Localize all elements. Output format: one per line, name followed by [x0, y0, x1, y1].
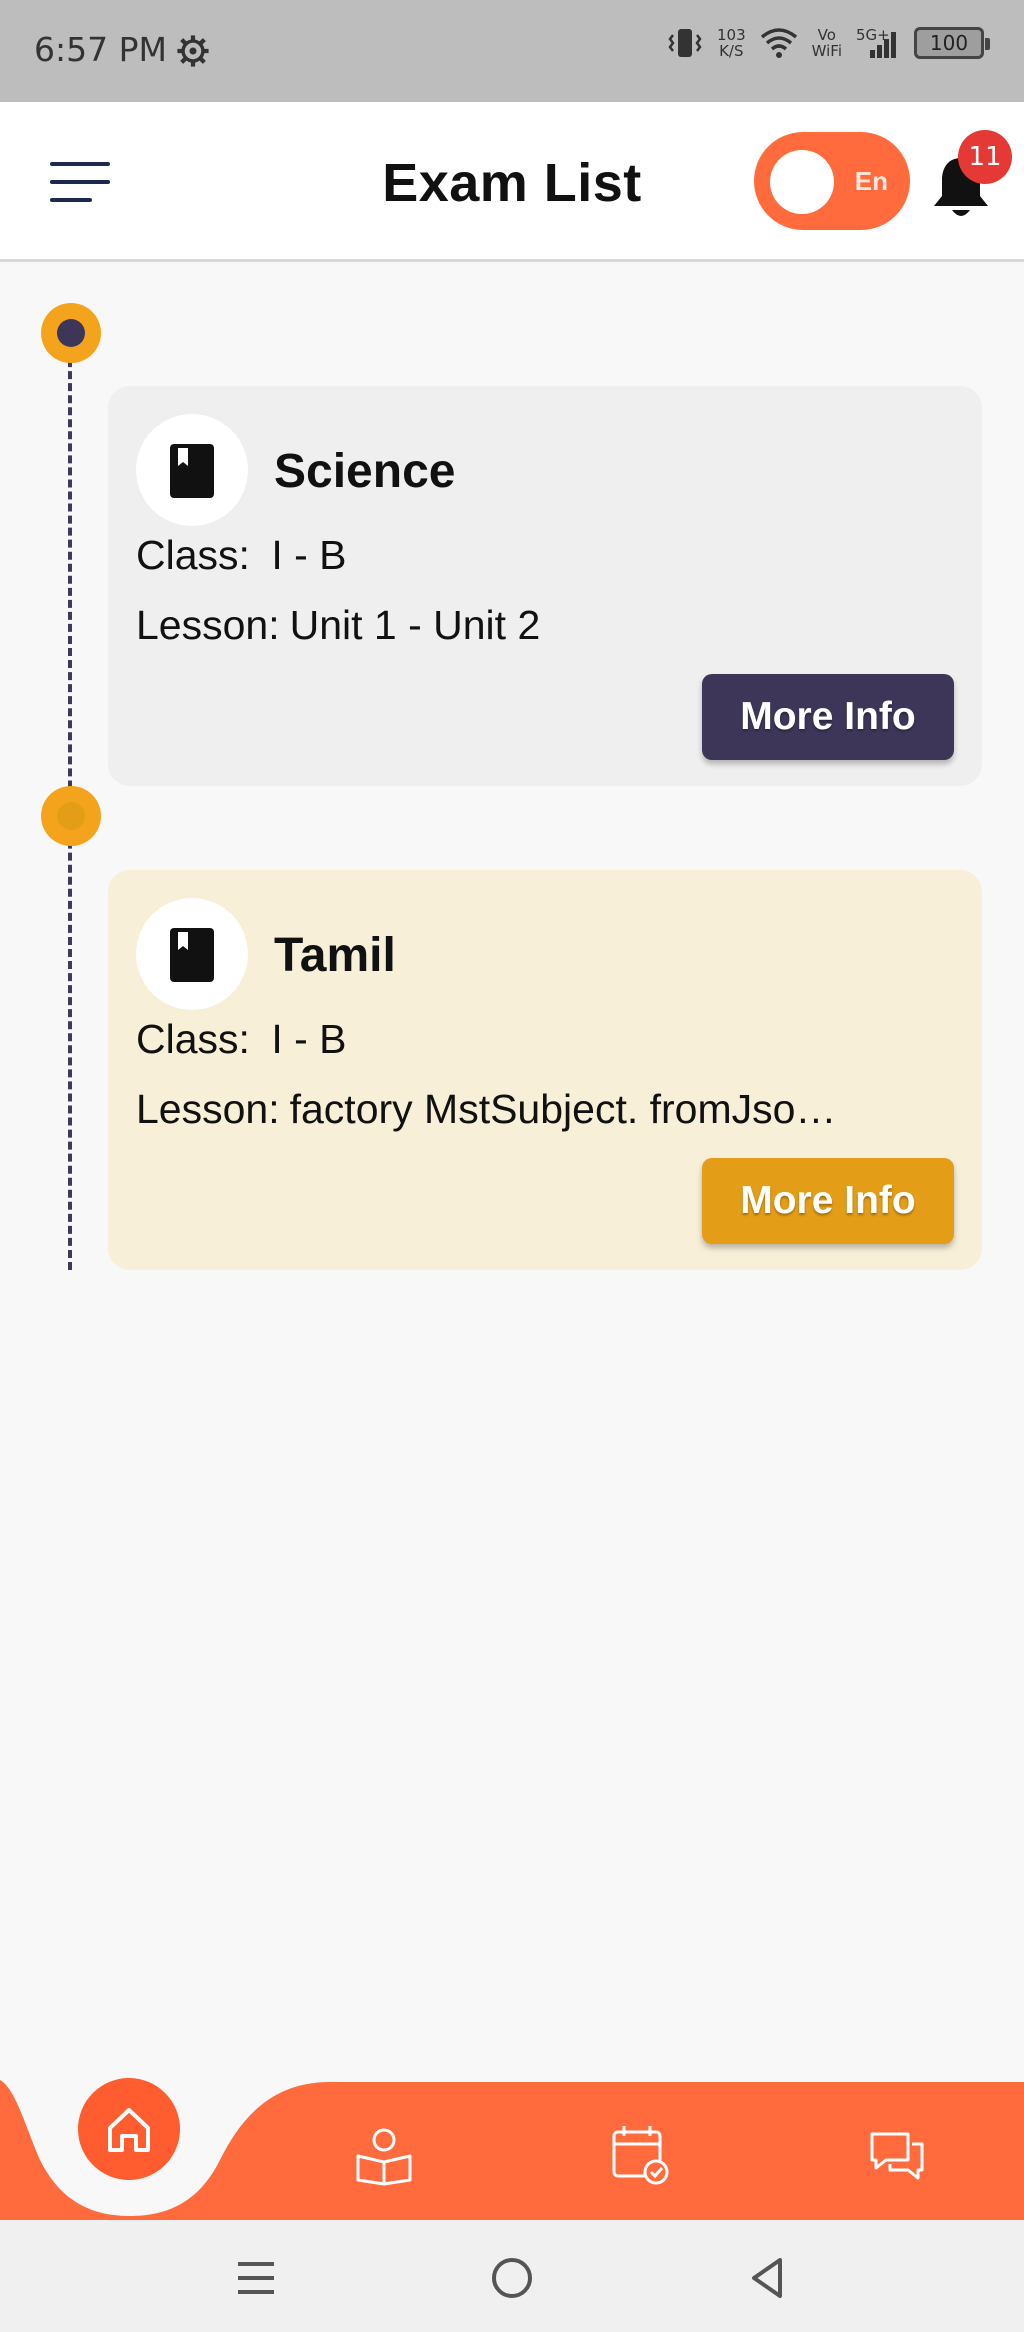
nav-home-button[interactable] [78, 2078, 180, 2180]
notification-badge: 11 [958, 130, 1012, 184]
settings-gear-icon [177, 35, 209, 67]
exam-subject: Tamil [274, 929, 396, 982]
exam-lesson: Lesson: factory MstSubject. fromJso… [136, 1086, 837, 1132]
toggle-knob [770, 150, 834, 214]
vibrate-icon [668, 29, 702, 57]
timeline-dot-inner [57, 319, 85, 347]
exam-card-tamil: Tamil Class: I - B Lesson: factory MstSub… [108, 870, 982, 1270]
more-info-button[interactable]: More Info [702, 1158, 954, 1244]
language-toggle[interactable]: En [754, 132, 910, 230]
exam-card-science: Science Class: I - B Lesson: Unit 1 - Uni… [108, 386, 982, 786]
timeline-dot [41, 786, 101, 846]
recent-apps-icon[interactable] [232, 2254, 280, 2302]
signal-indicator: 5G+ [856, 26, 900, 60]
chat-icon[interactable] [864, 2122, 928, 2186]
back-icon[interactable] [744, 2254, 792, 2302]
system-nav-bar [0, 2220, 1024, 2332]
book-icon [136, 898, 248, 1010]
status-bar: 6:57 PM 103 K/S Vo WiFi 5G+ 100 [0, 0, 1024, 102]
wifi-icon [760, 28, 797, 58]
exam-class: Class: I - B [136, 1016, 347, 1062]
language-label: En [854, 166, 888, 196]
battery-indicator: 100 [914, 27, 990, 59]
book-icon [136, 414, 248, 526]
home-circle-icon[interactable] [488, 2254, 536, 2302]
student-reading-icon[interactable] [352, 2122, 416, 2186]
calendar-check-icon[interactable] [608, 2122, 672, 2186]
signal-bars-icon [870, 32, 896, 58]
timeline-dot-inner [57, 802, 85, 830]
status-time: 6:57 PM [34, 30, 167, 69]
more-info-button[interactable]: More Info [702, 674, 954, 760]
exam-class: Class: I - B [136, 532, 347, 578]
network-speed: 103 K/S [716, 26, 746, 60]
exam-subject: Science [274, 445, 456, 498]
app-bar: Exam List En 11 [0, 102, 1024, 262]
exam-lesson: Lesson: Unit 1 - Unit 2 [136, 602, 541, 648]
bottom-nav [0, 2078, 1024, 2220]
home-icon [108, 2108, 150, 2152]
timeline-dot [41, 303, 101, 363]
vowifi-indicator: Vo WiFi [811, 26, 842, 60]
